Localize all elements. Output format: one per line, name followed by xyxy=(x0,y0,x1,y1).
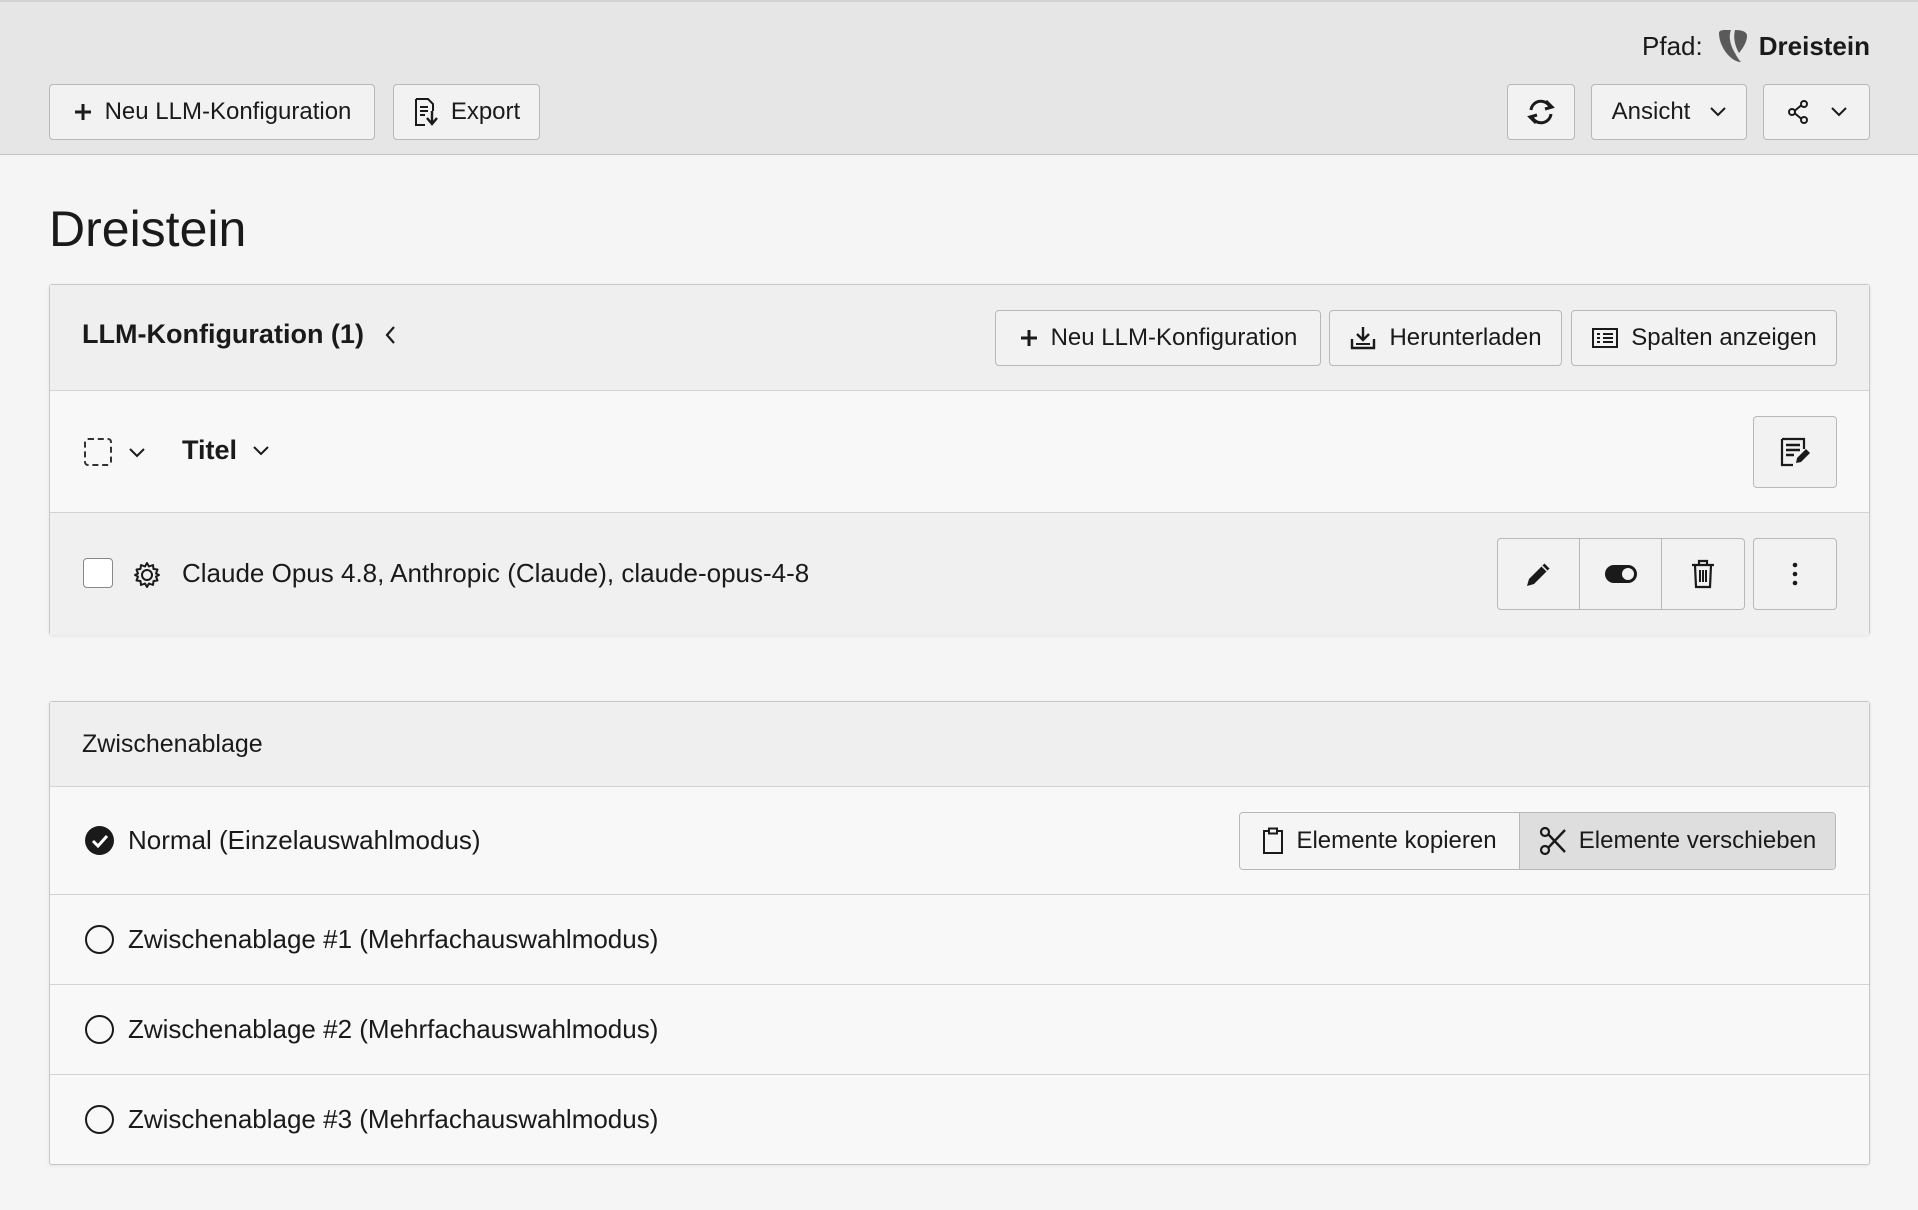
clipboard-mode-1[interactable]: Zwischenablage #1 (Mehrfachauswahlmodus) xyxy=(50,895,1869,985)
hide-toggle-button[interactable] xyxy=(1580,539,1662,609)
chevron-down-icon xyxy=(253,445,269,456)
record-list-title-label: LLM-Konfiguration (1) xyxy=(82,319,364,349)
multi-edit-icon xyxy=(1779,436,1811,468)
select-all-checkbox[interactable] xyxy=(84,438,112,466)
clipboard-mode-label: Zwischenablage #2 (Mehrfachauswahlmodus) xyxy=(128,1014,659,1044)
view-dropdown[interactable]: Ansicht xyxy=(1591,84,1747,140)
toggle-icon xyxy=(1604,563,1638,585)
clipboard-header: Zwischenablage xyxy=(50,702,1869,787)
more-vertical-icon xyxy=(1792,562,1798,586)
refresh-icon xyxy=(1525,98,1557,126)
edit-button[interactable] xyxy=(1498,539,1580,609)
new-record-button[interactable]: Neu LLM-Konfiguration xyxy=(49,84,375,140)
move-elements-button[interactable]: Elemente verschieben xyxy=(1520,813,1835,869)
docheader: Pfad: Dreistein Neu LLM-Konfiguration Ex… xyxy=(0,0,1918,155)
row-checkbox[interactable] xyxy=(83,558,113,588)
share-dropdown[interactable] xyxy=(1763,84,1870,140)
clipboard-panel: Zwischenablage Normal (Einzelauswahlmodu… xyxy=(49,701,1870,1165)
reload-button[interactable] xyxy=(1507,84,1575,140)
clipboard-mode-label: Zwischenablage #1 (Mehrfachauswahlmodus) xyxy=(128,924,659,954)
clipboard-mode-3[interactable]: Zwischenablage #3 (Mehrfachauswahlmodus) xyxy=(50,1075,1869,1164)
chevron-down-icon xyxy=(1830,107,1847,117)
delete-button[interactable] xyxy=(1662,539,1744,609)
record-title[interactable]: Claude Opus 4.8, Anthropic (Claude), cla… xyxy=(182,558,809,589)
clipboard-mode-normal[interactable]: Normal (Einzelauswahlmodus) Elemente kop… xyxy=(50,787,1869,895)
show-columns-button[interactable]: Spalten anzeigen xyxy=(1571,310,1837,366)
path-site-link[interactable]: Dreistein xyxy=(1759,31,1870,62)
column-title-sort[interactable]: Titel xyxy=(182,435,269,466)
download-icon xyxy=(1349,325,1377,351)
chevron-down-icon[interactable] xyxy=(129,448,145,458)
pencil-icon xyxy=(1523,558,1555,590)
clipboard-mode-label: Normal (Einzelauswahlmodus) xyxy=(128,825,481,855)
record-list-panel: LLM-Konfiguration (1) Neu LLM-Konfigurat… xyxy=(49,284,1870,635)
new-record-table-label: Neu LLM-Konfiguration xyxy=(1050,324,1298,351)
table-row: Claude Opus 4.8, Anthropic (Claude), cla… xyxy=(50,513,1869,635)
more-actions-button[interactable] xyxy=(1753,538,1837,610)
row-actions xyxy=(1497,538,1745,610)
plus-icon xyxy=(73,102,93,122)
show-columns-label: Spalten anzeigen xyxy=(1631,324,1817,351)
scissors-icon xyxy=(1539,826,1567,856)
clipboard-mode-label: Zwischenablage #3 (Mehrfachauswahlmodus) xyxy=(128,1104,659,1134)
move-elements-label: Elemente verschieben xyxy=(1578,827,1817,854)
table-header-row: Titel xyxy=(50,391,1869,513)
clipboard-title: Zwischenablage xyxy=(82,730,263,758)
record-list-title[interactable]: LLM-Konfiguration (1) xyxy=(82,319,396,350)
clipboard-mode-2[interactable]: Zwischenablage #2 (Mehrfachauswahlmodus) xyxy=(50,985,1869,1075)
gear-icon[interactable] xyxy=(132,560,162,590)
check-circle-icon[interactable] xyxy=(85,826,114,855)
trash-icon xyxy=(1690,559,1716,589)
typo3-logo-icon xyxy=(1717,29,1749,63)
clipboard-icon xyxy=(1262,827,1284,855)
plus-icon xyxy=(1019,328,1039,348)
copy-elements-button[interactable]: Elemente kopieren xyxy=(1240,813,1520,869)
radio-button[interactable] xyxy=(85,1015,114,1044)
record-list-header: LLM-Konfiguration (1) Neu LLM-Konfigurat… xyxy=(50,285,1869,391)
breadcrumb: Pfad: Dreistein xyxy=(1642,26,1870,66)
radio-button[interactable] xyxy=(85,1105,114,1134)
multi-edit-button[interactable] xyxy=(1753,416,1837,488)
new-record-button-table[interactable]: Neu LLM-Konfiguration xyxy=(995,310,1321,366)
export-button[interactable]: Export xyxy=(393,84,540,140)
column-title-label: Titel xyxy=(182,435,238,465)
download-label: Herunterladen xyxy=(1389,324,1542,351)
chevron-down-icon xyxy=(1710,107,1727,117)
share-icon xyxy=(1787,100,1809,124)
clipboard-actions: Elemente kopieren Elemente verschieben xyxy=(1239,812,1836,870)
path-label: Pfad: xyxy=(1642,30,1703,61)
new-record-label: Neu LLM-Konfiguration xyxy=(104,98,352,125)
columns-icon xyxy=(1591,327,1619,349)
radio-button[interactable] xyxy=(85,925,114,954)
chevron-left-icon[interactable] xyxy=(384,325,396,345)
view-label: Ansicht xyxy=(1611,98,1691,125)
export-label: Export xyxy=(450,98,521,125)
copy-elements-label: Elemente kopieren xyxy=(1296,827,1497,854)
page-title: Dreistein xyxy=(49,201,247,257)
download-button[interactable]: Herunterladen xyxy=(1329,310,1562,366)
export-icon xyxy=(413,97,439,127)
